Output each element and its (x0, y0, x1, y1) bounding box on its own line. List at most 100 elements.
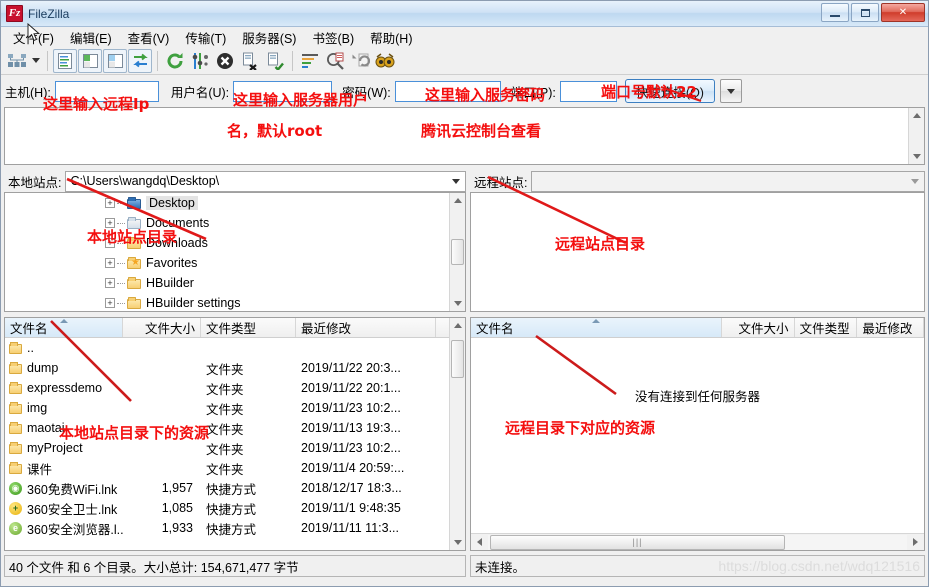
column-header-filesize[interactable]: 文件大小 (123, 318, 201, 337)
scrollbar-thumb[interactable] (451, 239, 464, 265)
file-row[interactable]: 课件 文件夹 2019/11/4 20:59:... (5, 458, 465, 478)
local-site-path-combo[interactable]: C:\Users\wangdq\Desktop\ (65, 170, 466, 192)
tree-item[interactable]: + Favorites (5, 253, 465, 273)
tree-item[interactable]: + HBuilder settings (5, 293, 465, 311)
column-header-filename[interactable]: 文件名 (5, 318, 123, 337)
expand-icon[interactable]: + (105, 238, 115, 248)
cancel-icon[interactable] (213, 49, 237, 73)
expand-icon[interactable]: + (105, 258, 115, 268)
menu-edit[interactable]: 编辑(E) (62, 26, 120, 49)
minimize-button[interactable] (821, 3, 849, 22)
file-modified: 2019/11/23 10:2... (301, 441, 401, 455)
column-label: 文件类型 (206, 322, 257, 336)
remote-file-list-hscrollbar[interactable]: ||| (471, 533, 924, 550)
expand-icon[interactable]: + (105, 198, 115, 208)
scroll-left-button[interactable] (472, 534, 487, 550)
file-name: myProject (27, 441, 83, 455)
remote-site-path-combo[interactable] (531, 170, 925, 192)
toggle-local-tree-icon[interactable] (78, 48, 102, 73)
scroll-down-button[interactable] (909, 149, 924, 164)
watermark-text: https://blog.csdn.net/wdq121516 (718, 558, 920, 574)
column-header-modified[interactable]: 最近修改 (857, 318, 924, 337)
site-manager-dropdown[interactable] (30, 49, 42, 73)
expand-icon[interactable]: + (105, 218, 115, 228)
tree-item[interactable]: + Desktop (5, 193, 465, 213)
file-name: 课件 (27, 462, 53, 477)
site-manager-icon[interactable] (5, 49, 29, 73)
local-tree-scrollbar[interactable] (449, 193, 465, 311)
port-input[interactable] (559, 80, 617, 102)
remote-directory-tree[interactable] (470, 192, 925, 312)
disconnect-icon[interactable] (238, 49, 262, 73)
column-header-modified[interactable]: 最近修改 (296, 318, 436, 337)
sync-browsing-icon[interactable] (348, 49, 372, 73)
hscrollbar-track[interactable]: ||| (488, 534, 907, 550)
tree-item[interactable]: + Downloads (5, 233, 465, 253)
menu-view[interactable]: 查看(V) (120, 26, 178, 49)
scroll-up-button[interactable] (450, 193, 465, 208)
toggle-remote-tree-icon[interactable] (103, 48, 127, 73)
menu-help[interactable]: 帮助(H) (362, 26, 420, 49)
file-row[interactable]: img 文件夹 2019/11/23 10:2... (5, 398, 465, 418)
maximize-button[interactable] (851, 3, 879, 22)
file-row[interactable]: myProject 文件夹 2019/11/23 10:2... (5, 438, 465, 458)
file-row[interactable]: dump 文件夹 2019/11/22 20:3... (5, 358, 465, 378)
quick-connect-button[interactable]: 快速连接(Q) (624, 79, 715, 103)
chevron-down-icon[interactable] (452, 172, 460, 191)
file-row[interactable]: ◉ 360免费WiFi.lnk 1,957 快捷方式 2018/12/17 18:… (5, 478, 465, 498)
filter-icon[interactable] (298, 49, 322, 73)
process-queue-icon[interactable] (188, 49, 212, 73)
scroll-right-button[interactable] (908, 534, 923, 550)
remote-file-list[interactable]: 文件名 文件大小 文件类型 最近修改 没有连接到任何服务器 ||| (470, 317, 925, 551)
host-input[interactable] (54, 80, 159, 102)
search-icon[interactable] (373, 49, 397, 73)
reconnect-icon[interactable] (263, 49, 287, 73)
local-site-path: C:\Users\wangdq\Desktop\ (70, 174, 220, 188)
column-header-filename[interactable]: 文件名 (471, 318, 723, 337)
toggle-message-log-icon[interactable] (53, 48, 77, 73)
file-name: 360安全卫士.lnk (27, 502, 118, 517)
column-header-filesize[interactable]: 文件大小 (722, 318, 795, 337)
column-header-filetype[interactable]: 文件类型 (201, 318, 296, 337)
filezilla-window: Fz FileZilla ✕ 文件(F) 编辑(E) 查看(V) 传输(T) 服… (0, 0, 929, 587)
username-input[interactable] (233, 80, 333, 102)
password-input[interactable] (394, 80, 501, 102)
local-file-list-scrollbar[interactable] (449, 318, 465, 550)
filezilla-icon: Fz (6, 5, 23, 22)
toggle-transfer-queue-icon[interactable] (128, 48, 152, 73)
tree-item[interactable]: + HBuilder (5, 273, 465, 293)
menu-transfer[interactable]: 传输(T) (177, 26, 234, 49)
local-file-list[interactable]: 文件名 文件大小 文件类型 最近修改 .. dump 文件夹 2019/11/2… (4, 317, 466, 551)
refresh-icon[interactable] (163, 49, 187, 73)
menu-bookmarks[interactable]: 书签(B) (304, 26, 362, 49)
column-label: 文件名 (476, 322, 514, 336)
expand-icon[interactable]: + (105, 298, 115, 308)
scroll-up-button[interactable] (450, 318, 465, 333)
tree-item[interactable]: + Documents (5, 213, 465, 233)
file-row[interactable]: e 360安全浏览器.l... 1,933 快捷方式 2019/11/11 11:… (5, 518, 465, 538)
hscrollbar-thumb[interactable]: ||| (490, 534, 785, 550)
close-button[interactable]: ✕ (881, 3, 925, 22)
scrollbar-thumb[interactable] (451, 340, 464, 378)
scroll-up-button[interactable] (909, 108, 924, 123)
column-label: 文件类型 (799, 322, 850, 336)
column-header-filetype[interactable]: 文件类型 (795, 318, 858, 337)
tree-item-label: HBuilder (146, 276, 194, 290)
directory-compare-icon[interactable] (323, 49, 347, 73)
tree-connector (117, 222, 125, 224)
file-row[interactable]: expressdemo 文件夹 2019/11/22 20:1... (5, 378, 465, 398)
chevron-down-icon[interactable] (911, 172, 919, 191)
quick-connect-history-dropdown[interactable] (719, 79, 742, 103)
chevron-down-icon (726, 88, 735, 94)
local-directory-tree[interactable]: + Desktop + Documents + Downloads + Favo… (4, 192, 466, 312)
scroll-down-button[interactable] (450, 296, 465, 311)
file-row[interactable]: +360安全卫士.lnk 1,085 快捷方式 2019/11/1 9:48:3… (5, 498, 465, 518)
menu-file[interactable]: 文件(F) (5, 26, 62, 49)
menu-server[interactable]: 服务器(S) (234, 26, 304, 49)
message-log-scrollbar[interactable] (908, 108, 924, 164)
scroll-down-button[interactable] (450, 535, 465, 550)
expand-icon[interactable]: + (105, 278, 115, 288)
file-modified: 2019/11/23 10:2... (301, 401, 401, 415)
file-row[interactable]: maotai 文件夹 2019/11/13 19:3... (5, 418, 465, 438)
file-row[interactable]: .. (5, 338, 465, 358)
